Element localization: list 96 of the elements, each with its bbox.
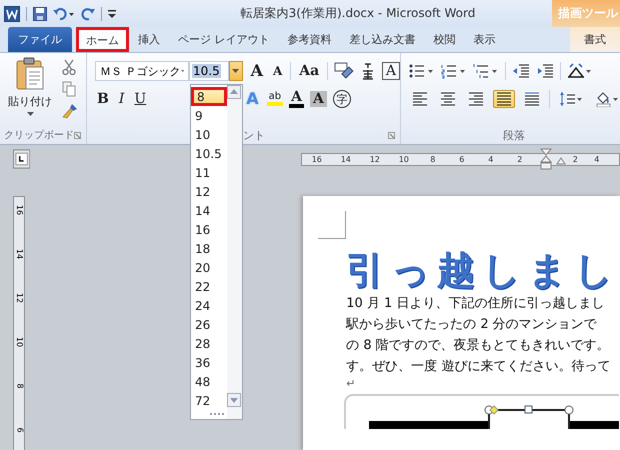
ruler-number: 14 (14, 248, 26, 260)
paragraph-mark: ↵ (346, 377, 356, 391)
caret-icon (26, 112, 34, 116)
ribbon-tab[interactable]: ファイル (8, 27, 72, 52)
character-shading-button[interactable]: A (310, 91, 327, 107)
multilevel-list-icon[interactable] (473, 63, 499, 79)
body-text-line: の 8 階ですので、夜景もとてもきれいです。 (346, 337, 611, 355)
contextual-tab-title: 描画ツール (552, 0, 620, 27)
resize-grip-icon[interactable] (209, 413, 225, 416)
ruler-number: 2 (572, 155, 579, 164)
ruler-number: 10 (14, 336, 26, 348)
redo-icon[interactable] (81, 6, 95, 20)
font-size-option[interactable]: 18 (191, 239, 227, 258)
font-size-option[interactable]: 48 (191, 372, 227, 391)
character-border-button[interactable]: A (382, 62, 400, 80)
font-size-option[interactable]: 26 (191, 315, 227, 334)
margin-corner-mark (318, 211, 346, 239)
ribbon-tab[interactable]: 表示 (464, 27, 504, 52)
font-size-option[interactable]: 24 (191, 296, 227, 315)
ruler-number: 14 (340, 155, 352, 164)
group-label: 段落 (503, 128, 525, 142)
ribbon-tab[interactable]: ページ レイアウト (169, 27, 278, 52)
paste-button[interactable]: 貼り付け (8, 57, 52, 126)
ribbon-tab[interactable]: 書式 (570, 27, 620, 52)
ruler-number: 6 (458, 155, 466, 164)
ruler-number: 10 (398, 155, 410, 164)
font-size-option[interactable]: 36 (191, 353, 227, 372)
enclose-character-button[interactable]: 字 (332, 90, 351, 108)
scissors-icon[interactable] (62, 59, 76, 75)
font-size-option[interactable]: 16 (191, 220, 227, 239)
caret-icon (232, 69, 240, 73)
document-heading: 引っ越しまし (346, 247, 620, 293)
ruler-number: 6 (14, 427, 26, 433)
font-name-field[interactable]: ＭＳ Ｐゴシック (95, 61, 189, 81)
ruler-number: 8 (14, 383, 26, 389)
ribbon-tab[interactable]: 差し込み文書 (340, 27, 424, 52)
italic-button[interactable]: I (116, 92, 126, 106)
numbered-list-icon[interactable] (441, 63, 467, 79)
ruler-number: 4 (593, 155, 600, 164)
font-size-option[interactable]: 10.5 (191, 144, 227, 163)
font-size-field[interactable]: 10.5 (189, 61, 229, 81)
dialog-launcher-icon[interactable] (388, 132, 395, 138)
font-size-option[interactable]: 14 (191, 201, 227, 220)
ribbon-tab[interactable]: ホーム (76, 27, 129, 52)
dialog-launcher-icon[interactable] (74, 132, 81, 138)
bold-button[interactable]: B (95, 92, 111, 106)
save-icon[interactable] (33, 6, 47, 20)
undo-icon[interactable] (53, 6, 75, 20)
grow-font-button[interactable]: A (248, 63, 265, 79)
decrease-indent-icon[interactable] (512, 63, 530, 79)
ruler-number: 8 (429, 155, 436, 164)
font-size-option[interactable]: 10 (191, 125, 227, 144)
font-size-option[interactable]: 20 (191, 258, 227, 277)
font-size-option[interactable]: 8 (191, 87, 227, 106)
underline-button[interactable]: U (132, 92, 148, 106)
clipboard-icon (15, 57, 45, 91)
ruler-number: 4 (487, 155, 494, 164)
body-text-line: す。ぜひ、一度 遊びに来てください。待って (346, 358, 612, 376)
highlight-button[interactable]: ab (266, 92, 284, 106)
group-label: ント (243, 128, 265, 142)
paintbrush-icon[interactable] (62, 103, 78, 119)
ribbon-tab[interactable]: 挿入 (129, 27, 169, 52)
shrink-font-button[interactable]: A (270, 65, 284, 77)
font-color-button[interactable]: A (289, 90, 304, 108)
ribbon-tab[interactable]: 参考資料 (278, 27, 340, 52)
font-size-option[interactable]: 22 (191, 277, 227, 296)
font-size-option[interactable]: 11 (191, 163, 227, 182)
ruler-number: 16 (14, 204, 26, 216)
font-size-option[interactable]: 72 (191, 391, 227, 410)
font-size-option[interactable]: 9 (191, 106, 227, 125)
font-size-option[interactable]: 28 (191, 334, 227, 353)
eraser-icon[interactable] (334, 62, 354, 80)
ribbon-tab[interactable]: 校閲 (424, 27, 464, 52)
selected-shape-drawing[interactable] (344, 391, 620, 429)
window-title: 転居案内3(作業用).docx - Microsoft Word (240, 5, 476, 22)
group-label: クリップボード (4, 128, 74, 142)
ruler-number: 16 (310, 155, 323, 164)
indent-marker-icon[interactable] (540, 148, 552, 172)
customize-caret-icon[interactable] (108, 8, 116, 18)
ruler-number: 12 (14, 292, 26, 304)
right-indent-marker-icon[interactable] (556, 157, 566, 165)
tab-selector-icon[interactable] (13, 149, 30, 169)
change-case-button[interactable]: Aa (297, 64, 322, 78)
asian-layout-icon[interactable] (567, 63, 593, 79)
ruler-number: 12 (368, 155, 381, 164)
font-size-option[interactable]: 12 (191, 182, 227, 201)
dropdown-button[interactable] (228, 61, 243, 81)
body-text-line: 駅から歩いてたったの 2 分のマンションで (346, 316, 598, 334)
increase-indent-icon[interactable] (536, 63, 554, 79)
bullet-list-icon[interactable] (409, 63, 435, 79)
copy-icon[interactable] (62, 81, 76, 97)
justify-button[interactable] (493, 90, 515, 108)
body-text-line: 10 月 1 日より、下記の住所に引っ越しまし (346, 295, 606, 313)
caret-icon (180, 69, 184, 73)
word-icon[interactable] (4, 6, 20, 22)
ruler-number: 2 (516, 155, 524, 164)
